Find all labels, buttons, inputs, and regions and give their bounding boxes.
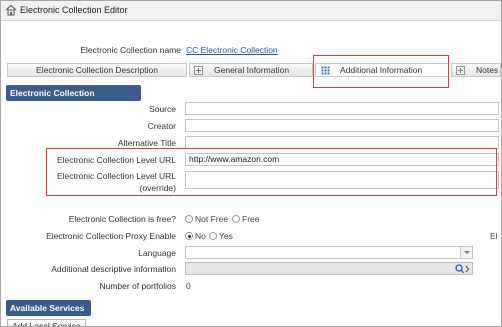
proxy-no-radio[interactable]: [185, 232, 193, 240]
collection-name-label: Electronic Collection name: [80, 45, 181, 55]
source-label: Source: [149, 104, 176, 114]
creator-input[interactable]: [185, 119, 499, 132]
tab-general-label: General Information: [214, 65, 290, 75]
expand-icon: [456, 66, 465, 75]
not-free-radio[interactable]: [185, 215, 193, 223]
proxy-trailing-text: El: [490, 231, 498, 241]
language-label: Language: [138, 248, 176, 258]
editor-window: Electronic Collection Editor Electronic …: [0, 0, 502, 327]
add-local-service-button[interactable]: Add Local Service: [7, 319, 86, 326]
is-free-label: Electronic Collection is free?: [68, 214, 176, 224]
additional-desc-label: Additional descriptive information: [51, 264, 176, 274]
creator-label: Creator: [147, 121, 176, 131]
tab-notes-label: Notes: [476, 65, 499, 75]
source-input[interactable]: [185, 102, 499, 115]
window-title: Electronic Collection Editor: [20, 5, 128, 15]
proxy-yes-radio[interactable]: [209, 232, 217, 240]
section-header-info: Electronic Collection Information: [6, 85, 141, 114]
language-select[interactable]: [185, 246, 473, 259]
url-highlight: [46, 148, 497, 196]
portfolios-label: Number of portfolios: [99, 281, 176, 291]
proxy-no-text: No: [195, 231, 206, 241]
chevron-down-icon[interactable]: [460, 247, 472, 258]
free-radio[interactable]: [232, 215, 240, 223]
portfolios-value: 0: [186, 281, 191, 291]
tab-notes[interactable]: Notes: [451, 63, 501, 77]
alternative-title-label: Alternative Title: [117, 138, 176, 148]
collection-name-link[interactable]: CC Electronic Collection: [186, 45, 278, 55]
tab-highlight: [313, 55, 449, 88]
tab-general-information[interactable]: General Information: [189, 63, 313, 77]
expand-icon: [194, 66, 203, 75]
title-bar: Electronic Collection Editor: [1, 1, 501, 21]
section-header-services: Available Services: [6, 300, 91, 316]
not-free-text: Not Free: [195, 214, 229, 224]
proxy-yes-text: Yes: [219, 231, 233, 241]
free-text: Free: [242, 214, 260, 224]
proxy-label: Electronic Collection Proxy Enable: [46, 231, 176, 241]
home-icon[interactable]: [5, 4, 17, 16]
tab-description[interactable]: Electronic Collection Description: [7, 63, 187, 77]
lookup-icon[interactable]: [454, 264, 470, 274]
tab-description-label: Electronic Collection Description: [36, 65, 158, 75]
additional-desc-input[interactable]: [185, 262, 473, 275]
